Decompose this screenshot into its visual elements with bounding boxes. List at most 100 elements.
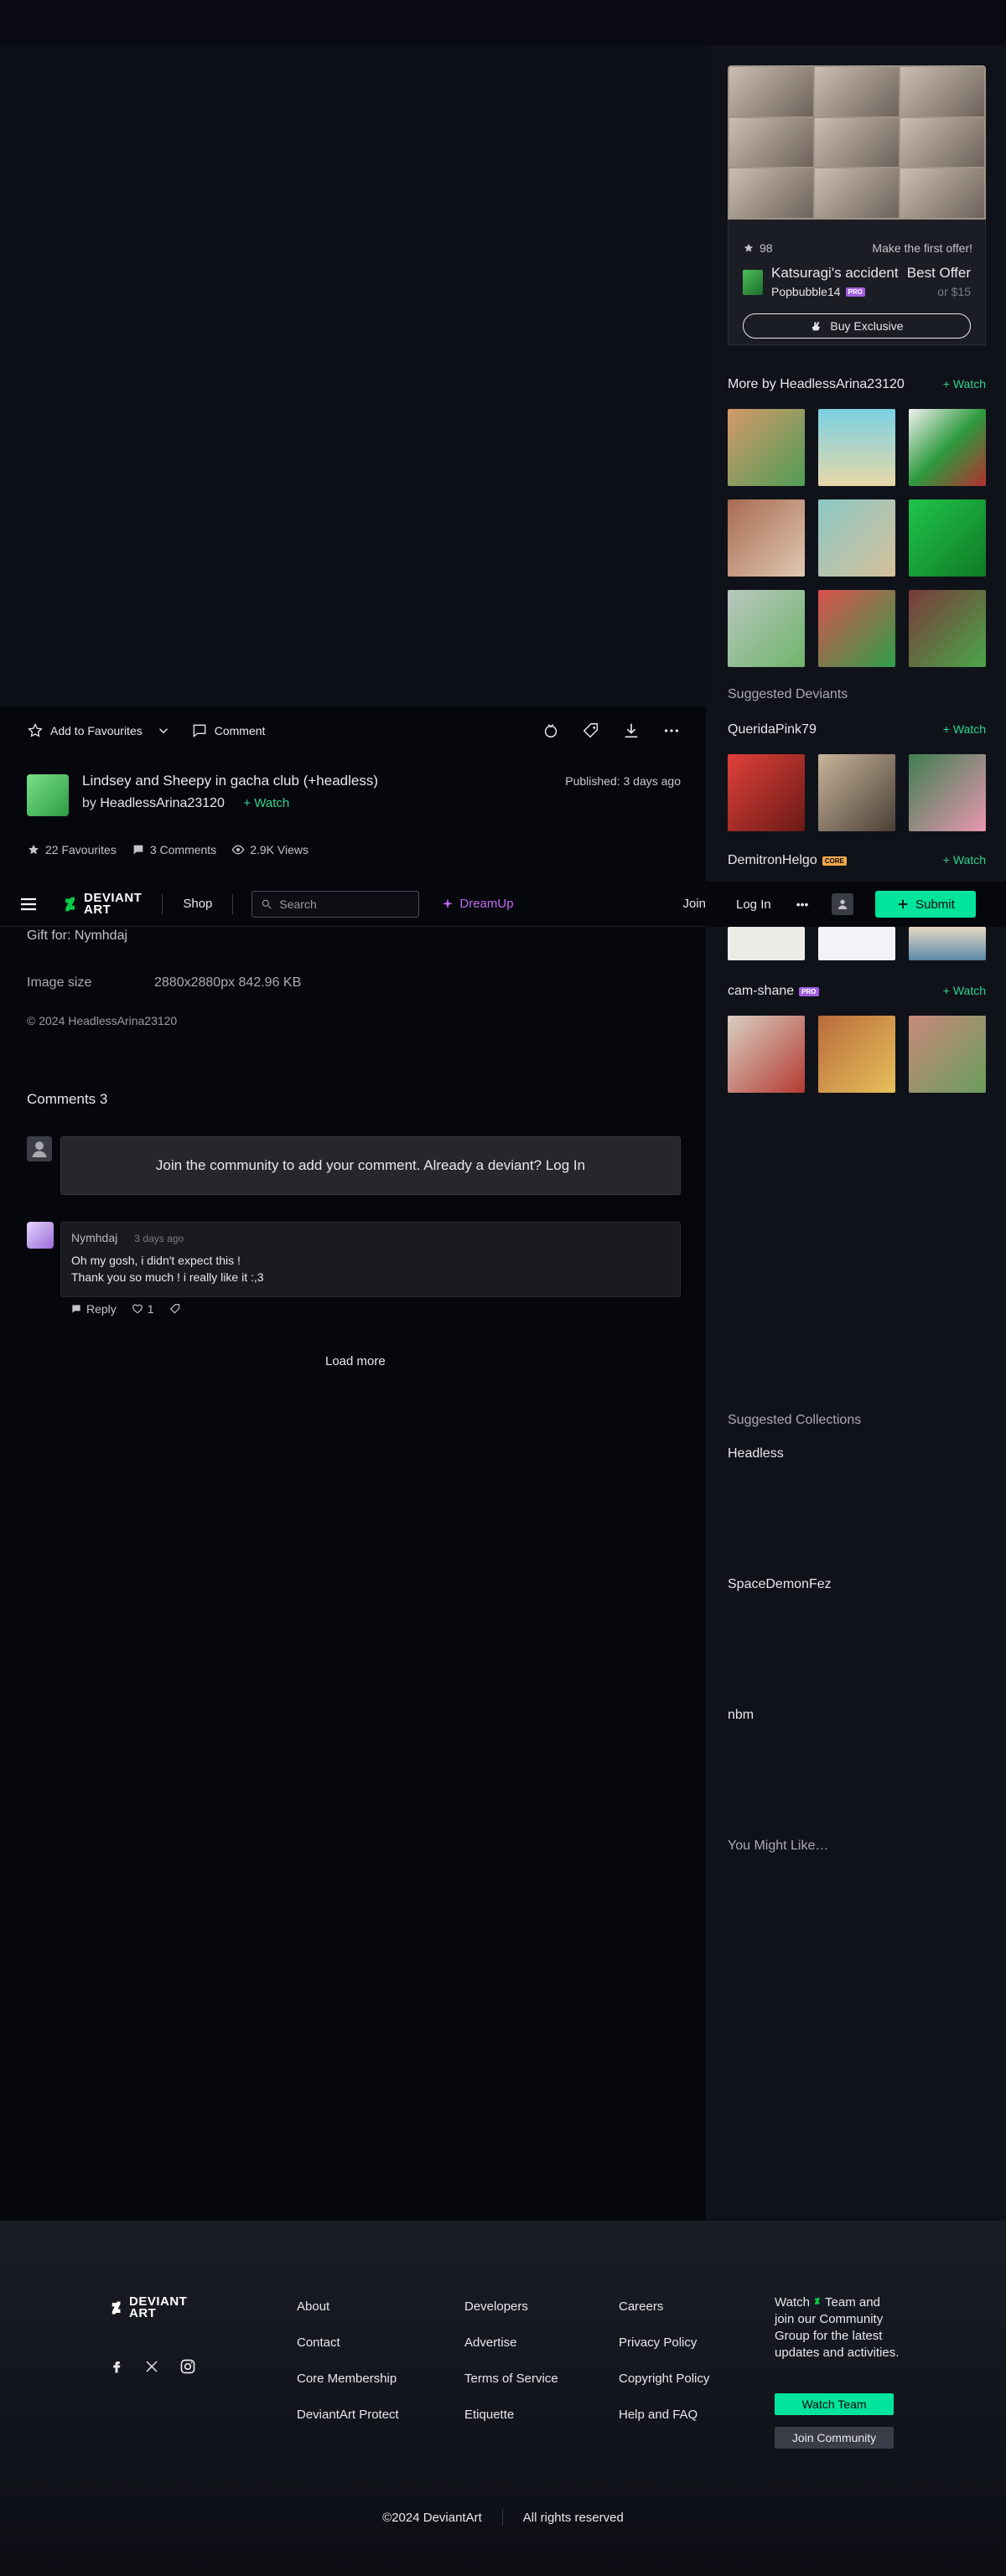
deviant-thumbnail[interactable] [728, 1016, 805, 1093]
deviant-thumbnail[interactable] [909, 1016, 986, 1093]
watch-button[interactable]: + Watch [943, 722, 986, 736]
heart-icon [132, 1304, 143, 1314]
comment-timestamp[interactable]: 3 days ago [134, 1233, 184, 1244]
download-icon[interactable] [622, 722, 640, 740]
more-by-thumbnail[interactable] [909, 499, 986, 577]
instagram-icon[interactable] [179, 2358, 196, 2375]
search-icon [262, 899, 272, 909]
deviant-thumbnail[interactable] [909, 754, 986, 831]
login-link[interactable]: Log In [736, 897, 771, 912]
image-size-value: 2880x2880px 842.96 KB [154, 975, 302, 990]
shop-item-title[interactable]: Katsuragi's accident [771, 265, 899, 282]
footer-link[interactable]: Etiquette [464, 2408, 558, 2422]
more-options-icon[interactable] [662, 722, 681, 740]
collection-link[interactable]: nbm [728, 1708, 754, 1723]
thumb-row [728, 499, 986, 577]
offer-prompt[interactable]: Make the first offer! [872, 241, 972, 255]
deviation-image-stage[interactable] [0, 45, 706, 707]
author-avatar[interactable] [27, 774, 69, 816]
join-link[interactable]: Join [682, 897, 706, 911]
load-more-button[interactable]: Load more [325, 1354, 386, 1368]
watch-button[interactable]: + Watch [943, 377, 986, 391]
like-button[interactable]: 1 [132, 1302, 154, 1316]
more-by-thumbnail[interactable] [728, 409, 805, 486]
deviant-thumbnail[interactable] [728, 754, 805, 831]
shop-item-thumb[interactable] [743, 270, 763, 295]
footer-link[interactable]: Developers [464, 2299, 558, 2314]
commenter-avatar[interactable] [27, 1222, 54, 1249]
byline: by HeadlessArina23120 + Watch [82, 796, 289, 811]
more-by-thumbnail[interactable] [818, 499, 895, 577]
shop-item-image[interactable] [728, 65, 986, 220]
star-icon [29, 845, 39, 855]
comments-stat[interactable]: 3 Comments [132, 843, 216, 856]
facebook-icon[interactable] [109, 2359, 124, 2374]
x-twitter-icon[interactable] [144, 2359, 159, 2374]
suggested-deviant-name[interactable]: DemitronHelgo CORE [728, 853, 847, 868]
collection-link[interactable]: Headless [728, 1446, 784, 1461]
join-community-prompt[interactable]: Join the community to add your comment. … [60, 1136, 681, 1195]
more-by-thumbnail[interactable] [818, 409, 895, 486]
watch-label: Watch [952, 377, 986, 391]
deviantart-logo[interactable]: DEVIANT ART [62, 892, 142, 916]
chevron-down-icon[interactable] [156, 723, 171, 738]
suggested-deviant-name[interactable]: cam-shane PRO [728, 984, 819, 999]
user-avatar-placeholder[interactable] [832, 893, 854, 915]
shop-price: or $15 [937, 285, 971, 298]
footer-link[interactable]: Advertise [464, 2335, 558, 2350]
footer-link[interactable]: Copyright Policy [619, 2372, 709, 2386]
suggested-deviant-name[interactable]: QueridaPink79 [728, 722, 817, 737]
footer-link[interactable]: Contact [297, 2335, 399, 2350]
join-community-button[interactable]: Join Community [775, 2427, 894, 2449]
more-by-thumbnail[interactable] [909, 409, 986, 486]
footer-logo[interactable]: DEVIANT ART [109, 2295, 187, 2320]
shop-link[interactable]: Shop [183, 897, 212, 911]
watch-button[interactable]: + Watch [943, 853, 986, 866]
footer-rights: All rights reserved [522, 2510, 624, 2525]
user-icon [32, 1141, 47, 1157]
deviant-thumbnail[interactable] [818, 754, 895, 831]
watch-button[interactable]: + Watch [943, 984, 986, 997]
footer-link[interactable]: Privacy Policy [619, 2335, 709, 2350]
footer-link[interactable]: DeviantArt Protect [297, 2408, 399, 2422]
footer-link[interactable]: About [297, 2299, 399, 2314]
add-to-favourites-button[interactable]: Add to Favourites [27, 722, 143, 739]
deviant-thumbnail[interactable] [818, 927, 895, 960]
more-menu-button[interactable]: ••• [796, 897, 809, 911]
footer-link[interactable]: Help and FAQ [619, 2408, 709, 2422]
watch-team-button[interactable]: Watch Team [775, 2393, 894, 2415]
footer-link[interactable]: Careers [619, 2299, 709, 2314]
dreamup-link[interactable]: DreamUp [441, 897, 514, 911]
more-by-thumbnail[interactable] [909, 590, 986, 667]
search-input[interactable]: Search [252, 890, 420, 918]
hamburger-menu-icon[interactable] [18, 894, 39, 914]
deviant-thumbnail[interactable] [728, 927, 805, 960]
tag-icon[interactable] [169, 1303, 181, 1315]
reply-button[interactable]: Reply [70, 1302, 117, 1316]
badge-give-icon[interactable] [542, 722, 560, 740]
deviant-thumbnail[interactable] [909, 927, 986, 960]
comment-username[interactable]: Nymhdaj [71, 1231, 117, 1244]
more-by-thumbnail[interactable] [818, 590, 895, 667]
deviant-thumbnail[interactable] [818, 1016, 895, 1093]
collection-link[interactable]: SpaceDemonFez [728, 1577, 832, 1592]
comments-count: 3 Comments [149, 843, 217, 856]
more-by-heading[interactable]: More by HeadlessArina23120 [728, 377, 905, 392]
buy-exclusive-button[interactable]: Buy Exclusive [743, 313, 971, 339]
more-by-thumbnail[interactable] [728, 499, 805, 577]
favourites-stat[interactable]: 22 Favourites [27, 843, 117, 856]
deviant-thumbs [728, 754, 986, 831]
shop-seller[interactable]: Popbubble14 PRO [771, 285, 865, 298]
more-by-grid [728, 409, 986, 667]
watch-author-button[interactable]: + Watch [243, 796, 289, 810]
deviation-copyright: © 2024 HeadlessArina23120 [27, 1014, 178, 1027]
like-count: 1 [147, 1302, 154, 1316]
submit-button[interactable]: Submit [875, 891, 977, 918]
comment-button[interactable]: Comment [191, 722, 265, 739]
shop-favourites: 98 [743, 241, 773, 255]
author-link[interactable]: HeadlessArina23120 [100, 796, 225, 810]
footer-link[interactable]: Terms of Service [464, 2372, 558, 2386]
tag-icon[interactable] [582, 722, 600, 740]
footer-link[interactable]: Core Membership [297, 2372, 399, 2386]
more-by-thumbnail[interactable] [728, 590, 805, 667]
